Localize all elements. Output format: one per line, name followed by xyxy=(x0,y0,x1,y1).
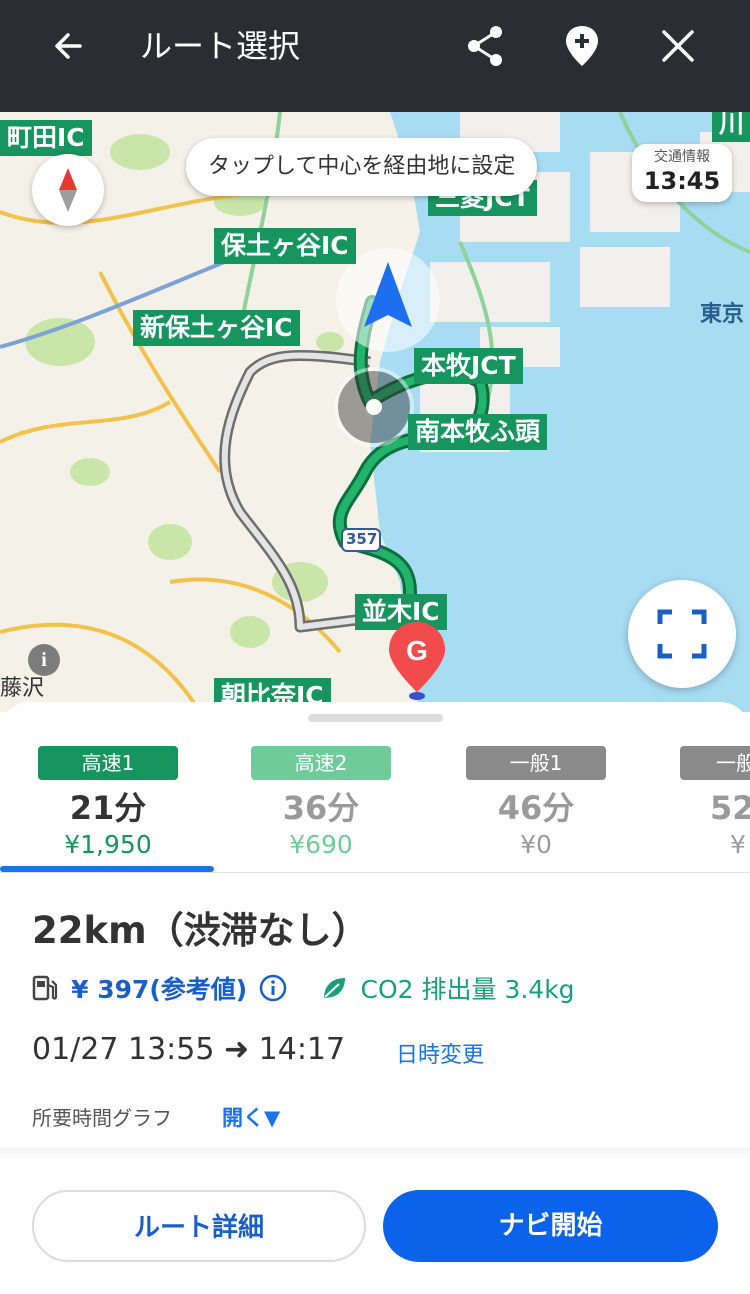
route-time: 52 xyxy=(710,789,750,827)
route-distance: 22km（渋滞なし） xyxy=(32,909,369,952)
route-badge: 一般 xyxy=(680,746,750,780)
share-icon[interactable] xyxy=(462,22,510,70)
fuel-pump-icon xyxy=(32,975,58,1001)
route-badge: 高速2 xyxy=(251,746,391,780)
goal-marker-letter: G xyxy=(406,635,428,666)
page-title: ルート選択 xyxy=(140,27,301,65)
change-datetime-link[interactable]: 日時変更 xyxy=(396,1037,484,1069)
traffic-info-badge[interactable]: 交通情報 13:45 xyxy=(632,144,732,202)
route-time: 46分 xyxy=(497,789,575,827)
goal-pin-icon[interactable]: G xyxy=(386,620,448,702)
info-circle-icon[interactable] xyxy=(258,973,288,1003)
route-tab-general-1[interactable]: 一般1 46分 ¥0 xyxy=(456,746,616,860)
map-label-shin-hodogaya-ic: 新保土ヶ谷IC xyxy=(133,310,300,346)
map-label-kawa: 川 xyxy=(712,112,750,142)
route-time: 21分 xyxy=(69,789,147,827)
close-icon[interactable] xyxy=(654,22,702,70)
map-label-honmoku-jct: 本牧JCT xyxy=(414,348,523,384)
leaf-icon xyxy=(324,978,346,998)
map-label-machida-ic: 町田IC xyxy=(0,120,92,156)
travel-time-graph-label: 所要時間グラフ xyxy=(32,1106,172,1130)
fuel-and-co2-row: ¥ 397(参考値) CO2 排出量 3.4kg xyxy=(32,970,575,1006)
route-price: ¥0 xyxy=(520,830,552,859)
fullscreen-icon xyxy=(657,609,707,659)
route-price: ¥690 xyxy=(289,830,353,859)
route-bottom-sheet: 高速1 21分 ¥1,950 高速2 36分 ¥690 一般1 46分 ¥0 一… xyxy=(0,702,750,1294)
map-info-icon[interactable]: i xyxy=(28,644,60,676)
back-arrow-icon[interactable] xyxy=(50,24,94,68)
map-label-hodogaya-ic: 保土ヶ谷IC xyxy=(214,228,356,264)
map-label-minami-honmoku: 南本牧ふ頭 xyxy=(408,414,548,450)
sheet-drag-handle[interactable] xyxy=(308,714,443,722)
route-price: ¥1,950 xyxy=(64,830,152,859)
route-price: ¥ xyxy=(730,830,746,859)
route-tab-highway-1[interactable]: 高速1 21分 ¥1,950 xyxy=(28,746,188,860)
start-navigation-button[interactable]: ナビ開始 xyxy=(383,1190,718,1262)
departure-arrival-time: 01/27 13:55 ➜ 14:17 xyxy=(32,1032,346,1067)
traffic-info-label: 交通情報 xyxy=(654,149,710,165)
add-place-pin-icon[interactable] xyxy=(558,22,606,70)
route-badge: 高速1 xyxy=(38,746,178,780)
compass-button[interactable] xyxy=(32,154,104,226)
route-map[interactable]: 357 町田IC 川 三菱JCT 保土ヶ谷IC 新保土ヶ谷IC 本牧JCT 南本… xyxy=(0,112,750,712)
route-badge: 一般1 xyxy=(466,746,606,780)
route-tab-highway-2[interactable]: 高速2 36分 ¥690 xyxy=(241,746,401,860)
co2-emission: CO2 排出量 3.4kg xyxy=(360,975,575,1004)
app-header: ルート選択 xyxy=(0,0,750,112)
route-tab-general-2[interactable]: 一般 52 ¥ xyxy=(670,746,750,860)
traffic-info-time: 13:45 xyxy=(643,167,721,195)
travel-time-graph-toggle[interactable]: 開く▼ xyxy=(222,1102,280,1132)
place-label-tokyo: 東京 xyxy=(700,302,745,327)
road-shield-357: 357 xyxy=(346,530,378,548)
fullscreen-button[interactable] xyxy=(628,580,736,688)
route-detail-button[interactable]: ルート詳細 xyxy=(32,1190,366,1262)
compass-icon xyxy=(59,168,77,212)
waypoint-tooltip[interactable]: タップして中心を経由地に設定 xyxy=(186,138,538,196)
tab-divider xyxy=(0,872,750,873)
fuel-cost: ¥ 397(参考値) xyxy=(71,975,248,1004)
footer-divider xyxy=(0,1148,750,1160)
route-time: 36分 xyxy=(282,789,360,827)
